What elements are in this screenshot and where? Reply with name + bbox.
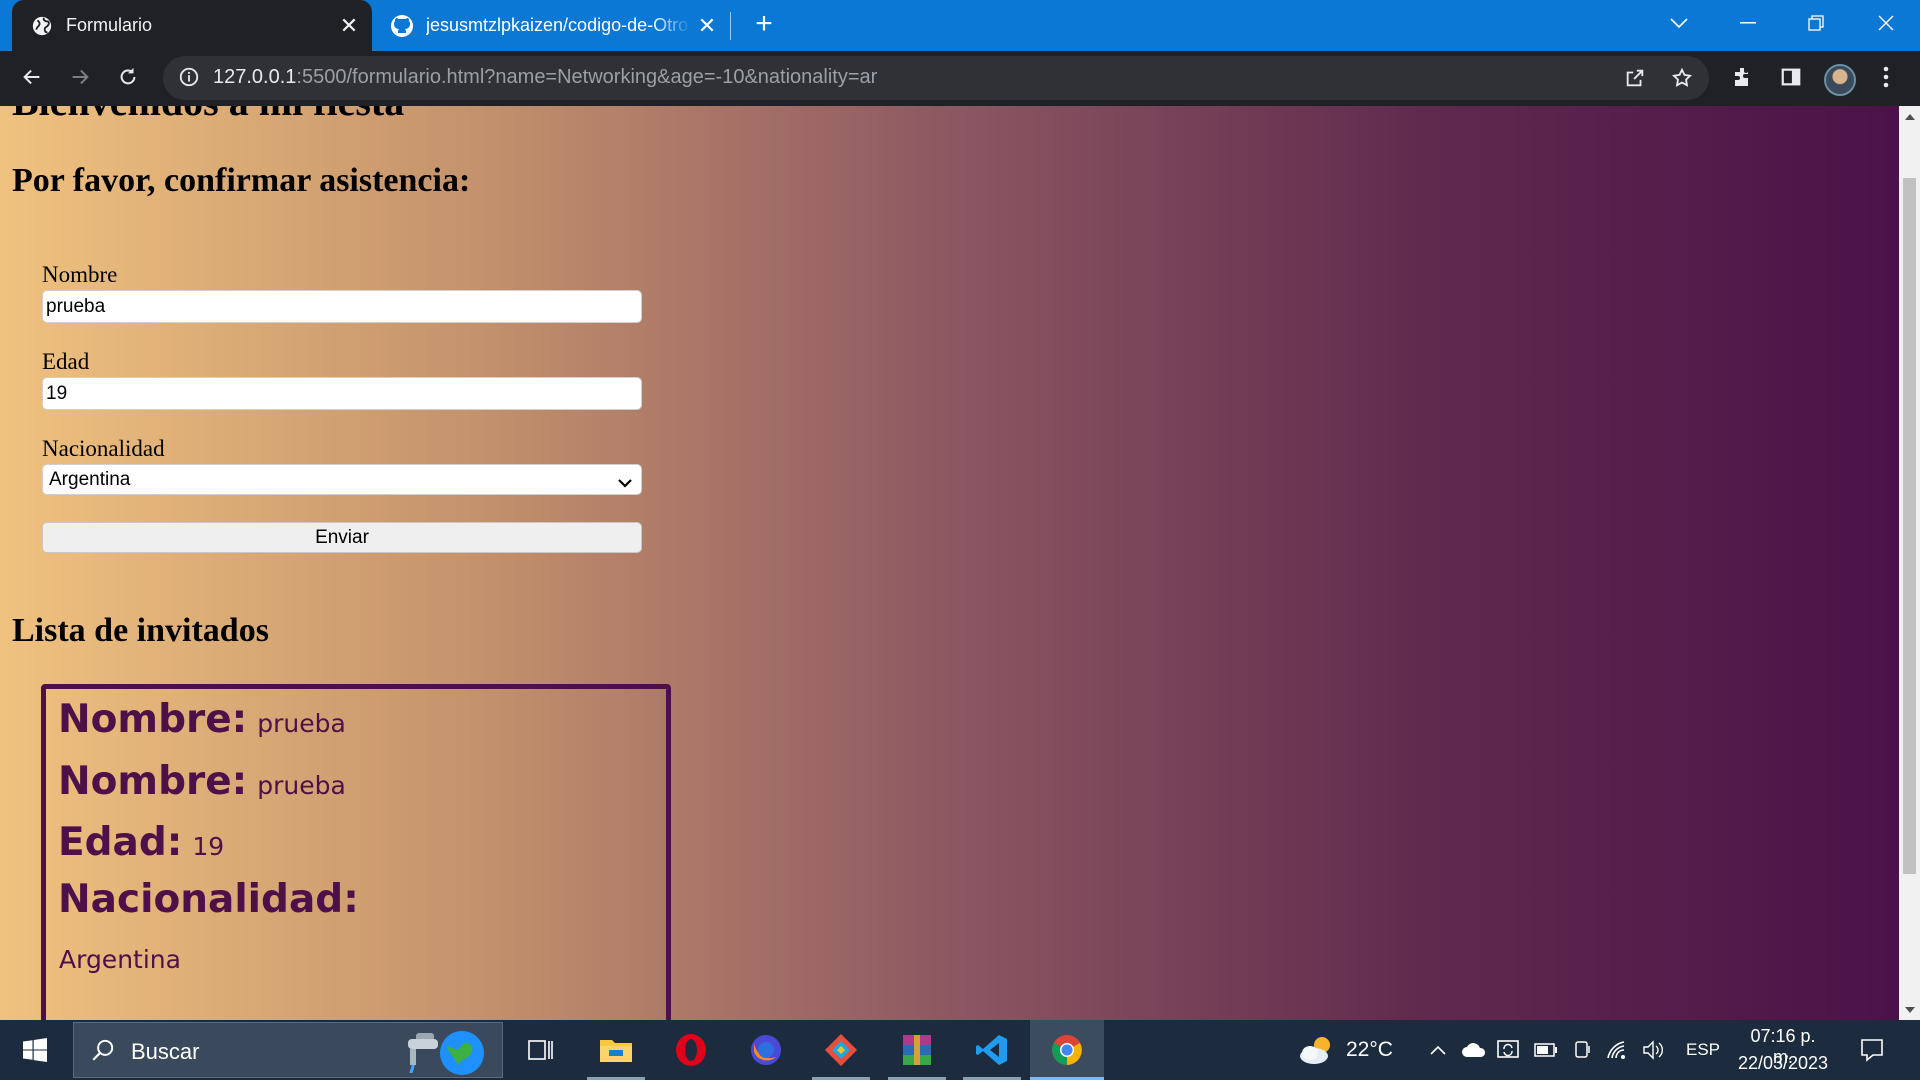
close-window-icon[interactable] [1852, 0, 1920, 45]
url-path: :5500/formulario.html?name=Networking&ag… [296, 66, 878, 88]
confirm-heading: Por favor, confirmar asistencia: [12, 162, 471, 199]
onedrive-cloud-icon[interactable] [1460, 1020, 1488, 1080]
site-info-icon[interactable] [178, 66, 202, 90]
globe-icon [30, 14, 54, 38]
nationality-selected: Argentina [49, 469, 131, 490]
guest-age-value: 19 [192, 832, 225, 861]
page-title: Bienvenidos a mi fiesta [12, 106, 404, 125]
guest-name-key: Nombre: [58, 697, 248, 742]
browser-toolbar: 127.0.0.1:5500/formulario.html?name=Netw… [0, 51, 1920, 106]
url-text[interactable]: 127.0.0.1:5500/formulario.html?name=Netw… [213, 66, 877, 89]
minimize-icon[interactable] [1714, 0, 1782, 45]
sync-icon[interactable] [1494, 1020, 1522, 1080]
tab-title: Formulario [66, 15, 153, 35]
search-highlight-globe-icon [402, 1025, 502, 1077]
guest-name-value: prueba [257, 771, 346, 800]
submit-button[interactable]: Enviar [42, 522, 642, 553]
wifi-icon[interactable] [1604, 1020, 1632, 1080]
nationality-label: Nacionalidad [42, 436, 165, 461]
guest-name-row: Nombre: prueba [58, 697, 346, 742]
restore-icon[interactable] [1782, 0, 1850, 45]
battery-icon[interactable] [1532, 1020, 1560, 1080]
notification-center-icon[interactable] [1852, 1020, 1892, 1080]
name-label: Nombre [42, 262, 118, 287]
new-tab-icon[interactable]: + [748, 9, 780, 41]
vertical-scrollbar[interactable] [1899, 106, 1920, 1020]
chevron-down-icon [617, 473, 633, 488]
name-input-value: prueba [46, 296, 106, 317]
opera-icon[interactable] [654, 1020, 728, 1080]
tab-title: jesusmtzlpkaizen/codigo-de-Otro [426, 15, 689, 35]
close-tab-icon[interactable]: ✕ [334, 11, 364, 41]
address-bar[interactable]: 127.0.0.1:5500/formulario.html?name=Netw… [163, 56, 1709, 100]
scrollbar-thumb[interactable] [1903, 178, 1916, 874]
guest-name-key: Nombre: [58, 759, 248, 804]
chevron-up-icon[interactable] [1424, 1020, 1452, 1080]
age-input-value: 19 [46, 383, 68, 404]
tab-separator [730, 12, 731, 40]
guest-age-row: Edad: 19 [58, 820, 224, 865]
name-input[interactable]: prueba [42, 290, 642, 323]
chrome-icon[interactable] [1030, 1020, 1104, 1080]
weather-icon[interactable] [1296, 1020, 1338, 1080]
side-panel-icon[interactable] [1771, 57, 1811, 97]
guest-age-key: Edad: [58, 820, 183, 865]
search-icon [90, 1037, 118, 1065]
device-icon[interactable] [1568, 1020, 1596, 1080]
close-tab-icon[interactable]: ✕ [692, 11, 722, 41]
file-explorer-icon[interactable] [579, 1020, 653, 1080]
tab-github[interactable]: jesusmtzlpkaizen/codigo-de-Otro ✕ [372, 0, 730, 51]
age-input[interactable]: 19 [42, 377, 642, 410]
scroll-up-icon[interactable] [1899, 106, 1920, 127]
clock-date[interactable]: 22/03/2023 [1734, 1053, 1832, 1074]
profile-avatar[interactable] [1824, 64, 1856, 96]
guest-nationality-key: Nacionalidad: [58, 877, 359, 922]
input-language[interactable]: ESP [1686, 1040, 1720, 1060]
share-icon[interactable] [1621, 64, 1649, 92]
guest-name-value: prueba [257, 709, 346, 738]
guests-heading: Lista de invitados [12, 612, 269, 649]
tab-search-icon[interactable] [1645, 0, 1713, 45]
age-label: Edad [42, 349, 90, 374]
back-icon[interactable] [12, 57, 52, 97]
windows-taskbar: Buscar 22°C ESP 07:16 p. m. 22/03/2023 [0, 1020, 1920, 1080]
extensions-icon[interactable] [1723, 57, 1763, 97]
bookmark-star-icon[interactable] [1668, 64, 1696, 92]
vscode-icon[interactable] [955, 1020, 1029, 1080]
tab-formulario[interactable]: Formulario ✕ [12, 0, 372, 51]
taskbar-search-box[interactable]: Buscar [73, 1022, 503, 1078]
menu-kebab-icon[interactable] [1866, 57, 1906, 97]
git-kraken-icon[interactable] [804, 1020, 878, 1080]
weather-temperature[interactable]: 22°C [1346, 1038, 1393, 1062]
github-icon [390, 14, 414, 38]
task-view-icon[interactable] [503, 1020, 577, 1080]
guest-nationality-row: Nacionalidad: [58, 877, 359, 922]
scroll-down-icon[interactable] [1899, 999, 1920, 1020]
winrar-icon[interactable] [880, 1020, 954, 1080]
windows-start-icon[interactable] [0, 1020, 70, 1080]
url-host: 127.0.0.1 [213, 66, 297, 88]
guest-name-row-2: Nombre: prueba [58, 759, 346, 804]
forward-icon[interactable] [60, 57, 100, 97]
reload-icon[interactable] [108, 57, 148, 97]
nationality-select[interactable]: Argentina [42, 464, 642, 495]
page-viewport: Bienvenidos a mi fiesta Por favor, confi… [0, 106, 1899, 1020]
guest-nationality-value: Argentina [59, 945, 181, 974]
guest-card: Nombre: prueba Nombre: prueba Edad: 19 Naci… [41, 684, 671, 1020]
browser-tab-strip: Formulario ✕ jesusmtzlpkaizen/codigo-de-… [0, 0, 1920, 51]
volume-icon[interactable] [1640, 1020, 1668, 1080]
search-placeholder: Buscar [131, 1039, 200, 1064]
firefox-icon[interactable] [729, 1020, 803, 1080]
